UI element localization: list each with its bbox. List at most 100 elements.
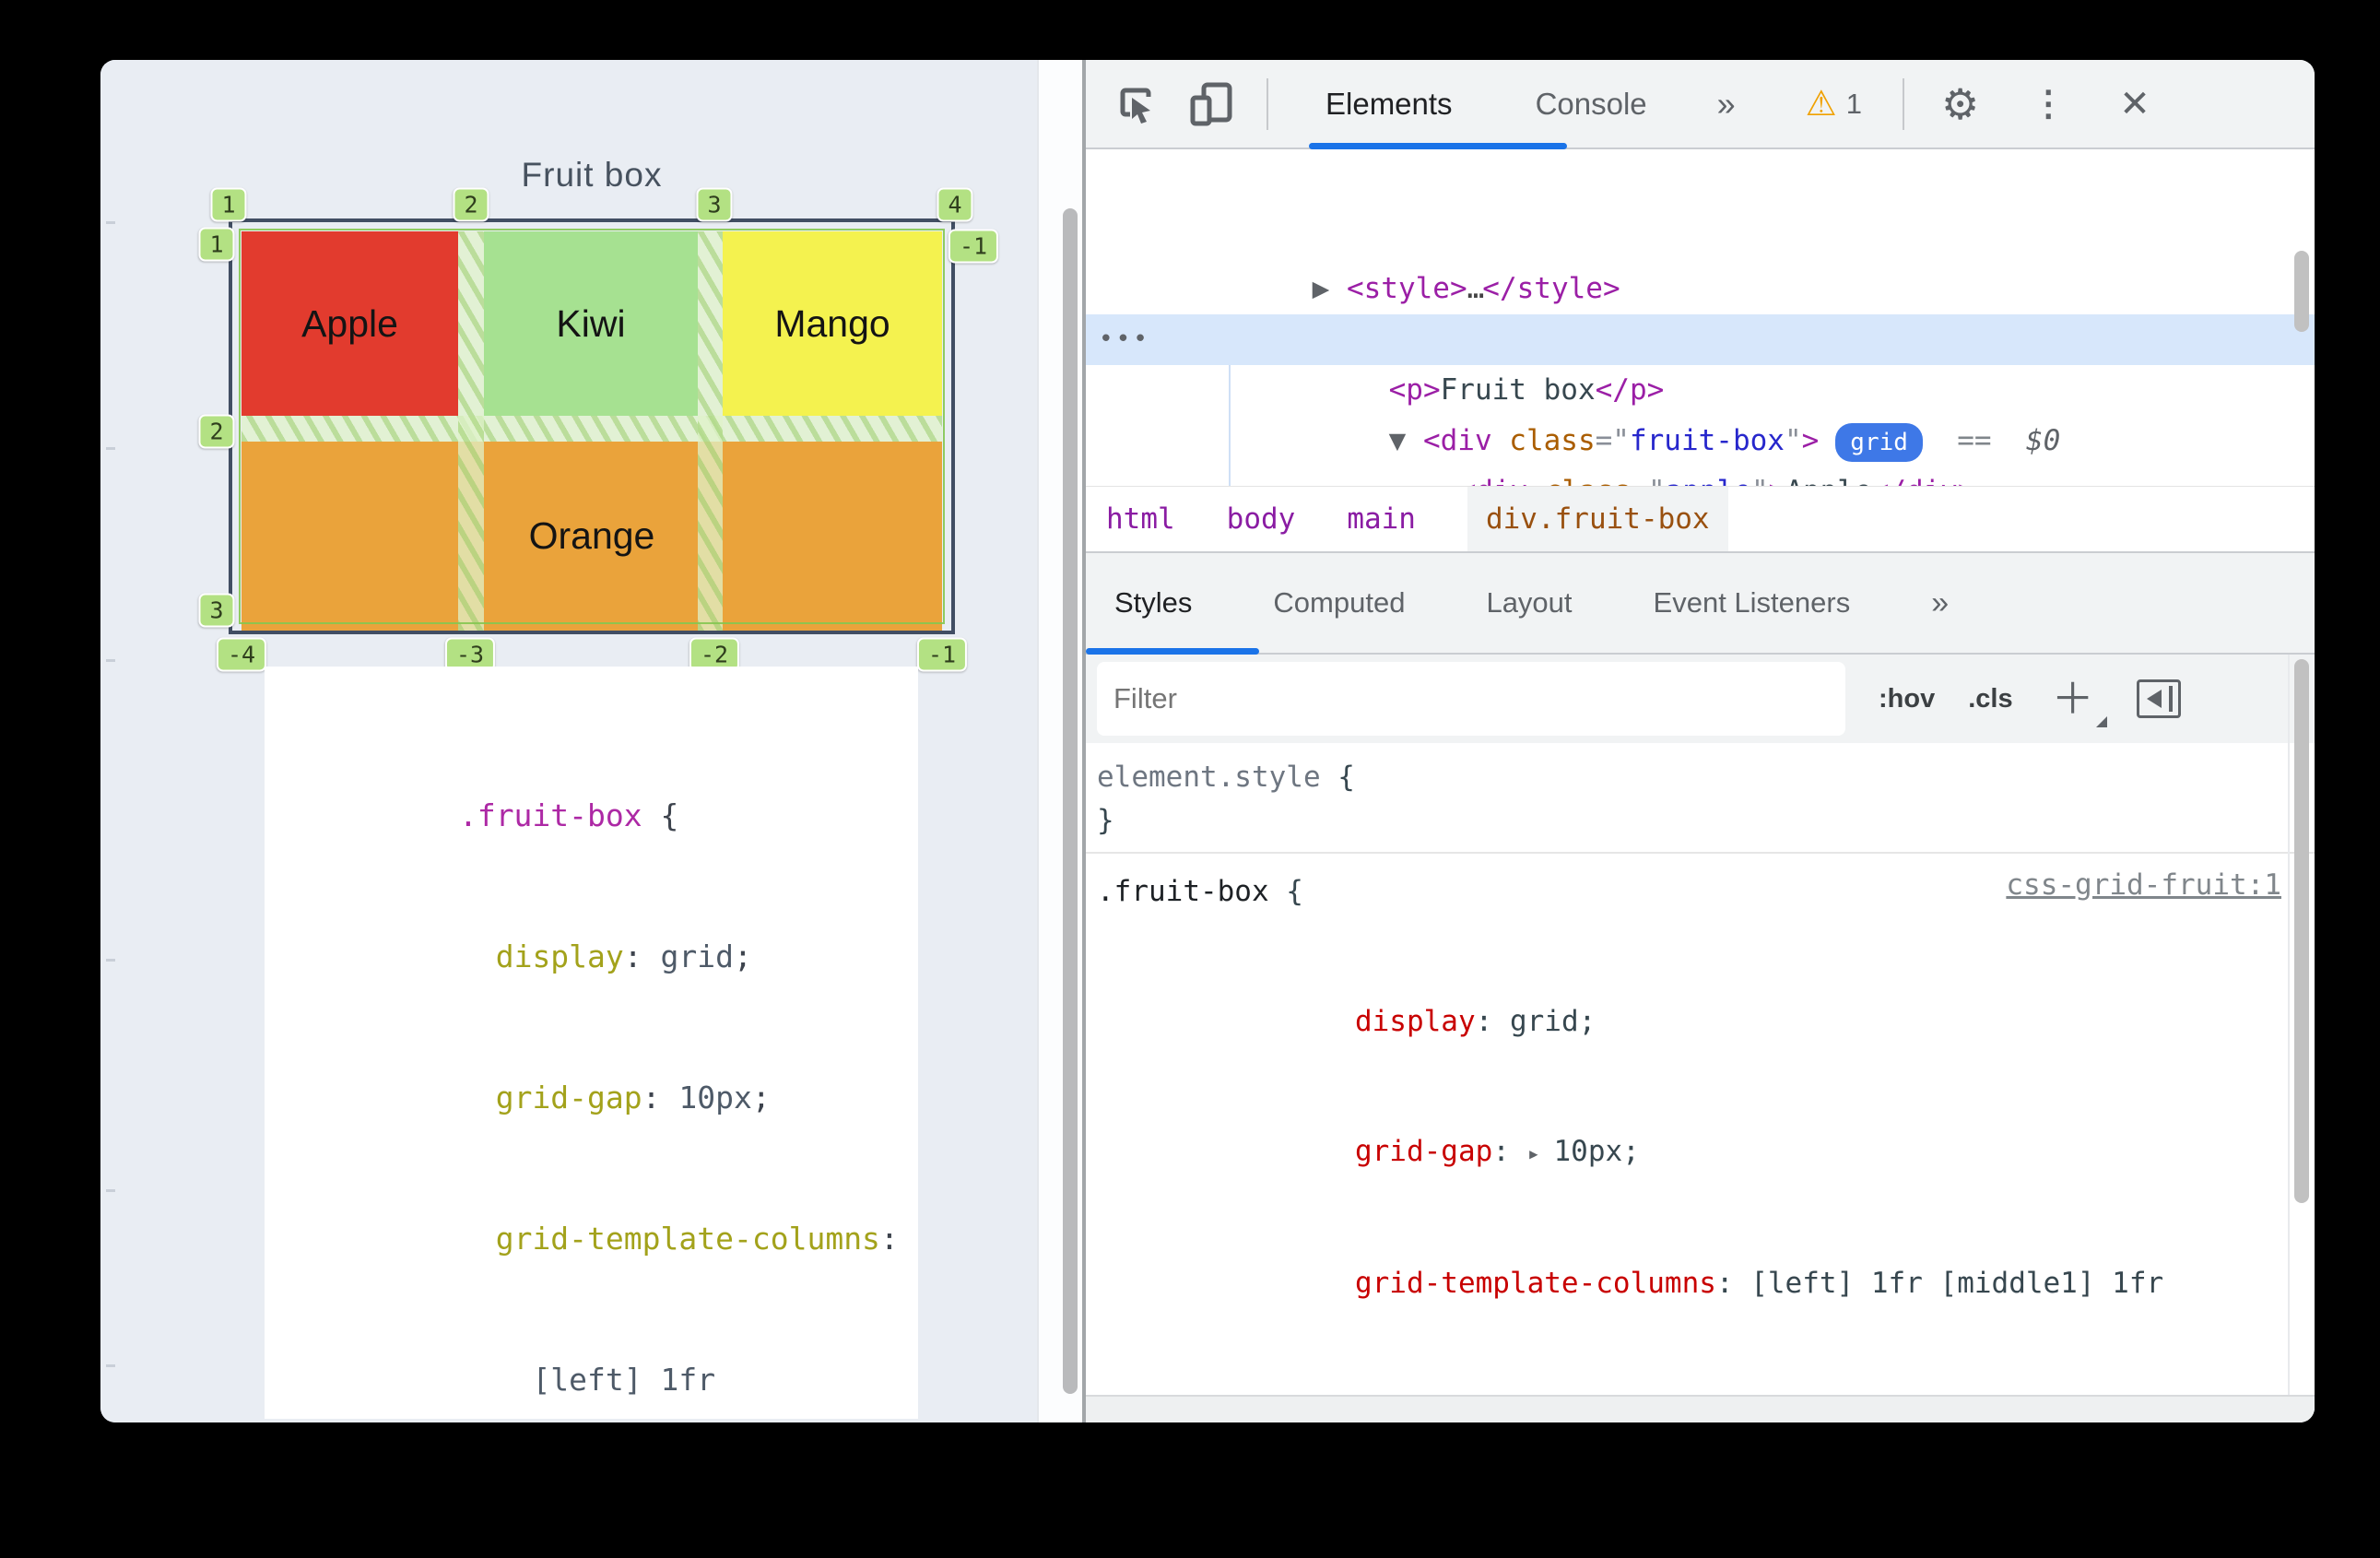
page-scrollbar-thumb[interactable] (1063, 208, 1078, 1394)
code-token: 10px (678, 1080, 752, 1115)
breadcrumb-item-body[interactable]: body (1227, 487, 1296, 551)
page-scrollbar-track[interactable] (1037, 60, 1082, 1422)
breadcrumb-item-selected[interactable]: div.fruit-box (1467, 487, 1728, 551)
grid-column-gap-overlay (698, 231, 723, 631)
code-token: : (642, 1080, 679, 1115)
tab-layout[interactable]: Layout (1486, 586, 1572, 620)
breadcrumb-item-html[interactable]: html (1106, 487, 1175, 551)
close-devtools-icon[interactable]: ✕ (2119, 83, 2150, 125)
new-rule-dropdown-icon (2095, 716, 2107, 727)
ruler-tick (106, 659, 115, 662)
dom-tree-row[interactable]: ••• ▼ <div class="fruit-box"> grid == $0 (1086, 314, 2315, 462)
code-line: grid-gap: 10px; (312, 980, 918, 1121)
warning-badge[interactable]: ⚠ 1 (1806, 83, 1862, 124)
grid-line-label-top-3: 3 (696, 187, 733, 222)
app-window: Fruit box Apple Kiwi Mango Orange 1 2 3 … (100, 60, 2315, 1422)
dom-token: ••• (1099, 325, 1150, 353)
pseudo-state-toggle[interactable]: :hov (1879, 684, 1935, 714)
tab-styles[interactable]: Styles (1114, 586, 1192, 620)
breadcrumb-item-main[interactable]: main (1347, 487, 1416, 551)
dom-tree-row[interactable]: <div class="mango">Mango</div> (1086, 466, 2315, 486)
styles-filter-bar: :hov .cls ＋ (1086, 655, 2315, 743)
grid-cell-kiwi: Kiwi (484, 231, 698, 416)
settings-gear-icon[interactable]: ⚙ (1941, 79, 1979, 129)
code-token: : (623, 938, 661, 974)
rule-selector[interactable]: .fruit-box (1097, 875, 1269, 908)
tab-computed[interactable]: Computed (1273, 586, 1405, 620)
css-declaration[interactable]: display: grid; (1097, 914, 2278, 1044)
css-token: : (1715, 1267, 1751, 1300)
kebab-menu-icon[interactable]: ⋮ (2031, 83, 2066, 124)
dom-tree-row[interactable]: <div class="apple">Apple</div> (1086, 365, 2315, 486)
element-classes-toggle[interactable]: .cls (1968, 684, 2012, 714)
rule-open-brace: { (1320, 761, 1355, 794)
styles-sidebar-tabs: Styles Computed Layout Event Listeners » (1086, 553, 2315, 655)
dom-tree-row[interactable]: ▼ <main>grid (1086, 213, 2315, 361)
active-tab-underline (1309, 143, 1567, 149)
styles-scrollbar-thumb[interactable] (2294, 659, 2309, 1203)
page-title: Fruit box (521, 156, 663, 194)
dom-tree-row[interactable]: ▶ <style>…</style> (1086, 162, 2315, 305)
dom-tree-row[interactable]: <p>Fruit box</p> (1086, 264, 2315, 407)
code-token: : (879, 1221, 899, 1257)
more-tabs-chevron-icon[interactable]: » (1717, 85, 1736, 124)
tab-console[interactable]: Console (1536, 87, 1647, 122)
rule-element-style[interactable]: element.style { } (1086, 743, 2315, 854)
stylesheet-source-link[interactable]: css-grid-fruit:1 (2006, 868, 2281, 902)
grid-row-gap-overlay (242, 416, 942, 442)
css-token: : (1475, 1005, 1510, 1038)
css-token: : (1492, 1135, 1527, 1168)
dom-indent-guide (1229, 365, 1231, 486)
devtools-bottom-strip (1086, 1395, 2315, 1422)
grid-line-label-top-4: 4 (937, 187, 973, 222)
grid-line-label-row-2: 2 (198, 414, 235, 449)
grid-column-gap-overlay (458, 231, 484, 631)
fruit-box-grid: Apple Kiwi Mango Orange (229, 218, 955, 634)
dom-scrollbar-thumb[interactable] (2294, 251, 2309, 332)
css-token: [left] 1fr [middle1] 1fr (1750, 1267, 2164, 1300)
warning-icon: ⚠ (1805, 85, 1837, 124)
tab-elements[interactable]: Elements (1325, 87, 1453, 122)
css-declaration[interactable]: grid-template-columns: [left] 1fr [middl… (1097, 1175, 2278, 1305)
css-token: ▸ (1526, 1140, 1554, 1166)
sidebar-bar-icon (2168, 686, 2173, 712)
toggle-sidebar-icon[interactable] (2136, 679, 2181, 718)
grid-cell-orange: Orange (242, 442, 942, 631)
rule-selector[interactable]: element.style (1097, 761, 1321, 794)
ruler-tick (106, 221, 115, 224)
code-token: ; (734, 938, 752, 974)
code-token: grid (660, 938, 735, 974)
code-token: [left] 1fr (532, 1362, 716, 1398)
dom-tree-row[interactable]: <div class="kiwi">Kiwi</div> (1086, 416, 2315, 466)
sidebar-arrow-icon (2146, 690, 2162, 708)
css-token: grid; (1509, 1005, 1596, 1038)
grid-line-label-right--1: -1 (948, 229, 999, 264)
grid-line-label-top-1: 1 (210, 187, 247, 222)
css-declaration[interactable]: grid-gap: ▸ 10px; (1097, 1044, 2278, 1175)
css-token: grid-template-columns (1354, 1267, 1716, 1300)
toolbar-separator (1267, 77, 1268, 130)
rule-close-brace: } (1097, 804, 1114, 837)
grid-line-label-bottom--1: -1 (916, 637, 968, 672)
code-token: .fruit-box (458, 797, 642, 833)
styles-scrollbar-track (2288, 655, 2290, 1395)
new-style-rule-button[interactable]: ＋ (2052, 678, 2107, 727)
more-tabs-chevron-icon[interactable]: » (1931, 585, 1949, 621)
grid-line-label-row-1: 1 (198, 227, 235, 262)
rule-fruit-box[interactable]: css-grid-fruit:1 .fruit-box { display: g… (1086, 854, 2315, 1422)
devtools-panel: Elements Console » ⚠ 1 ⚙ ⋮ ✕ ▶ <style>…<… (1086, 60, 2315, 1422)
breadcrumb: html body main div.fruit-box (1086, 486, 2315, 553)
code-line: grid-template-columns: (312, 1121, 918, 1262)
inspect-element-icon[interactable] (1113, 82, 1158, 126)
ruler-tick (106, 1364, 115, 1367)
active-tab-underline (1086, 648, 1259, 655)
filter-input[interactable] (1097, 662, 1845, 736)
device-toolbar-icon[interactable] (1189, 81, 1237, 127)
tab-event-listeners[interactable]: Event Listeners (1654, 586, 1851, 620)
rule-open-brace: { (1268, 875, 1303, 908)
dom-tree: ▶ <style>…</style> ▼ <main>grid <p>Fruit… (1086, 149, 2315, 486)
